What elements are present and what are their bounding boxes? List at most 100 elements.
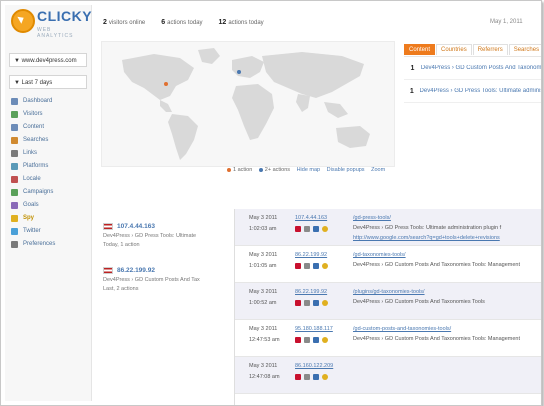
sidebar-item-label: Goals: [23, 202, 39, 208]
feed-item[interactable]: May 3 2011 12:47:08 am 86.160.122.209: [235, 357, 541, 394]
map-marker-us[interactable]: [164, 82, 168, 86]
action-feed: May 3 2011 1:02:03 am 107.4.44.163/gd-pres…: [234, 209, 541, 405]
item-title[interactable]: Dev4Press › GD Press Tools: Ultimate adm…: [420, 88, 541, 94]
sidebar-item-locale[interactable]: Locale: [11, 173, 55, 186]
sidebar-item-dashboard[interactable]: Dashboard: [11, 95, 55, 108]
world-map[interactable]: [101, 41, 395, 167]
sidebar-item-label: Preferences: [23, 241, 56, 247]
feed-item[interactable]: May 3 2011 1:00:52 am 86.22.199.92/plugins…: [235, 283, 541, 320]
locale-icon: [11, 176, 18, 183]
preferences-icon: [11, 241, 18, 248]
stat-item: 6 actions today: [161, 19, 210, 26]
stat-label: actions today: [167, 20, 203, 26]
orange-dot-icon: [227, 167, 231, 172]
flag-uk-icon: [103, 267, 113, 274]
sidebar-item-label: Twitter: [23, 228, 41, 234]
visitor-icons: [295, 226, 331, 232]
brand-name: CLICKY: [37, 8, 93, 24]
goals-icon: [11, 202, 18, 209]
zoom-link[interactable]: Zoom: [371, 167, 385, 173]
sidebar-item-spy[interactable]: Spy: [11, 212, 55, 225]
site-selector[interactable]: ▼ www.dev4press.com: [9, 53, 87, 67]
cursor-logo-icon: [11, 9, 35, 33]
top-content-list: 1 Dev4Press › GD Custom Posts And Taxonom…: [404, 56, 541, 103]
map-marker-uk[interactable]: [237, 70, 241, 74]
action-ip[interactable]: 86.160.122.209: [295, 363, 333, 369]
date-range-selector[interactable]: ▼ Last 7 days: [9, 75, 87, 89]
feed-item[interactable]: May 3 2011 1:01:05 am 86.22.199.92/gd-taxo…: [235, 246, 541, 283]
action-url[interactable]: /gd-taxonomies-tools/: [353, 252, 406, 258]
os-icon: [304, 226, 310, 232]
sidebar-item-visitors[interactable]: Visitors: [11, 108, 55, 121]
chrome-icon: [322, 263, 328, 269]
visitor-card[interactable]: 107.4.44.163 Dev4Press › GD Press Tools:…: [103, 223, 225, 248]
action-url[interactable]: /gd-press-tools/: [353, 215, 391, 221]
sidebar-item-goals[interactable]: Goals: [11, 199, 55, 212]
browser-icon: [313, 263, 319, 269]
list-item[interactable]: 1 Dev4Press › GD Press Tools: Ultimate ad…: [404, 80, 541, 103]
list-item[interactable]: 1 Dev4Press › GD Custom Posts And Taxonom…: [404, 57, 541, 80]
action-time: 12:47:08 am: [249, 374, 280, 380]
item-title[interactable]: Dev4Press › GD Custom Posts And Taxonomi…: [421, 65, 541, 71]
visitor-icons: [295, 300, 331, 306]
visitor-card[interactable]: 86.22.199.92 Dev4Press › GD Custom Posts…: [103, 267, 225, 292]
sidebar-item-links[interactable]: Links: [11, 147, 55, 160]
world-map-graphic: [122, 48, 370, 160]
tab-content[interactable]: Content: [404, 44, 436, 55]
content-tabs: Content Countries Referrers Searches: [404, 44, 541, 55]
sidebar-item-label: Content: [23, 124, 45, 130]
sidebar-item-label: Locale: [23, 176, 41, 182]
stat-number: 6: [161, 19, 166, 26]
visitor-ip[interactable]: 86.22.199.92: [117, 267, 155, 274]
feed-item[interactable]: May 3 2011 1:02:03 am 107.4.44.163/gd-pres…: [235, 209, 541, 246]
sidebar-item-label: Spy: [23, 215, 35, 221]
feed-item[interactable]: May 3 2011 12:47:53 am 95.180.188.117/gd-c…: [235, 320, 541, 357]
sidebar-item-preferences[interactable]: Preferences: [11, 238, 55, 251]
action-ip[interactable]: 107.4.44.163: [295, 215, 327, 221]
flag-icon: [295, 374, 301, 380]
action-time: 1:02:03 am: [249, 226, 277, 232]
action-date: May 3 2011: [249, 215, 278, 221]
os-icon: [304, 374, 310, 380]
sidebar-item-platforms[interactable]: Platforms: [11, 160, 55, 173]
os-icon: [304, 263, 310, 269]
action-url[interactable]: /gd-custom-posts-and-taxonomies-tools/: [353, 326, 451, 332]
tab-countries[interactable]: Countries: [436, 44, 472, 55]
chrome-icon: [322, 226, 328, 232]
sidebar-item-label: Dashboard: [23, 98, 53, 104]
app-frame: CLICKY WEB ANALYTICS ▼ www.dev4press.com…: [0, 0, 542, 406]
dashboard-icon: [11, 98, 18, 105]
stat-label: visitors online: [108, 20, 146, 26]
blue-dot-icon: [258, 167, 263, 172]
action-title: Dev4Press › GD Custom Posts And Taxonomi…: [353, 262, 521, 268]
stats-bar: 2 visitors online 6 actions today 12 actions …: [103, 19, 280, 26]
sidebar-item-twitter[interactable]: Twitter: [11, 225, 55, 238]
chrome-icon: [322, 300, 328, 306]
visitor-ip[interactable]: 107.4.44.163: [117, 223, 155, 230]
sidebar-item-searches[interactable]: Searches: [11, 134, 55, 147]
sidebar-item-label: Searches: [23, 137, 49, 143]
flag-icon: [295, 263, 301, 269]
action-date: May 3 2011: [249, 326, 278, 332]
visitor-page: Dev4Press › GD Press Tools: Ultimate: [103, 233, 197, 239]
logo[interactable]: CLICKY WEB ANALYTICS: [11, 7, 93, 45]
action-referrer[interactable]: http://www.google.com/search?q=gd+tools+…: [353, 235, 500, 241]
action-ip[interactable]: 86.22.199.92: [295, 252, 327, 258]
disable-popups-link[interactable]: Disable popups: [327, 167, 365, 173]
action-ip[interactable]: 95.180.188.117: [295, 326, 333, 332]
sidebar-item-content[interactable]: Content: [11, 121, 55, 134]
tab-referrers[interactable]: Referrers: [472, 44, 508, 55]
os-icon: [304, 300, 310, 306]
stat-label: actions today: [228, 20, 264, 26]
campaigns-icon: [11, 189, 18, 196]
visitors-icon: [11, 111, 18, 118]
action-ip[interactable]: 86.22.199.92: [295, 289, 327, 295]
browser-icon: [313, 374, 319, 380]
brand-tagline: WEB ANALYTICS: [37, 27, 74, 39]
chrome-icon: [322, 374, 328, 380]
tab-searches[interactable]: Searches: [508, 44, 541, 55]
action-title: Dev4Press › GD Custom Posts And Taxonomi…: [353, 336, 521, 342]
action-url[interactable]: /plugins/gd-taxonomies-tools/: [353, 289, 425, 295]
hide-map-link[interactable]: Hide map: [297, 167, 321, 173]
sidebar-item-campaigns[interactable]: Campaigns: [11, 186, 55, 199]
